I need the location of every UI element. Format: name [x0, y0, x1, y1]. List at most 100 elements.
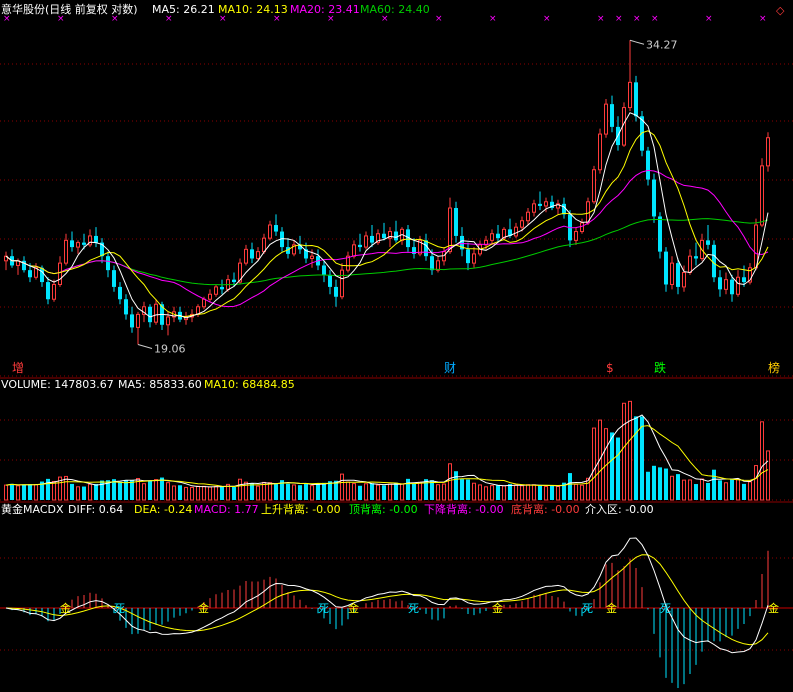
volume-bar-down: [82, 486, 86, 500]
volume-bar-down: [328, 481, 332, 500]
volume-bar-up: [622, 402, 626, 501]
volume-bar-up: [190, 486, 194, 501]
candle-body-up: [154, 303, 158, 323]
candle-body-up: [754, 224, 758, 269]
candle-body-up: [76, 242, 80, 248]
volume-bar-down: [652, 465, 656, 500]
candle-body-up: [580, 222, 584, 233]
volume-bar-up: [526, 484, 530, 501]
volume-bar-down: [28, 484, 32, 500]
volume-bar-down: [100, 480, 104, 500]
cross-marker: ×: [615, 14, 623, 24]
candle-body-down: [496, 233, 500, 239]
volume-bar-down: [322, 482, 326, 500]
candle-body-down: [658, 216, 662, 252]
volume-bar-up: [76, 486, 80, 501]
cross-marker: ×: [705, 14, 713, 24]
candle-body-up: [592, 169, 596, 203]
volume-bar-down: [730, 479, 734, 500]
volume-ma10-label: MA10: 68484.85: [204, 378, 295, 391]
volume-bar-up: [352, 483, 356, 501]
volume-bar-up: [364, 483, 368, 501]
candle-body-up: [682, 272, 686, 288]
price-ma60-label: MA60: 24.40: [360, 3, 430, 16]
candle-body-up: [670, 262, 674, 285]
cross-signal: 死: [114, 602, 125, 615]
volume-bar-down: [406, 478, 410, 500]
volume-bar-up: [502, 485, 506, 501]
candle-body-up: [628, 81, 632, 109]
candle-body-down: [250, 249, 254, 259]
volume-bar-down: [370, 483, 374, 500]
candle-body-up: [514, 226, 518, 237]
candle-body-down: [634, 82, 638, 117]
volume-bar-up: [340, 473, 344, 501]
cross-signal: 死: [318, 602, 329, 615]
volume-bar-down: [508, 484, 512, 500]
volume-bar-up: [238, 478, 242, 501]
candle-body-down: [130, 314, 134, 328]
volume-bar-up: [142, 483, 146, 501]
macd-dea-label: DEA: -0.24: [134, 503, 192, 516]
candle-body-down: [466, 249, 470, 264]
volume-bar-up: [88, 483, 92, 501]
volume-bar-down: [718, 480, 722, 500]
candle-body-up: [52, 283, 56, 300]
volume-bar-up: [436, 484, 440, 501]
candle-body-down: [112, 270, 116, 287]
candle-body-down: [28, 270, 32, 278]
volume-bar-up: [400, 483, 404, 501]
candle-body-down: [610, 104, 614, 127]
candle-body-up: [490, 233, 494, 241]
volume-bar-up: [490, 485, 494, 501]
volume-bar-down: [634, 416, 638, 500]
volume-bar-up: [52, 480, 56, 501]
volume-bar-up: [16, 485, 20, 501]
volume-bar-down: [382, 485, 386, 500]
volume-bar-up: [166, 482, 170, 501]
candle-body-down: [694, 256, 698, 259]
volume-bar-up: [388, 483, 392, 501]
volume-bar-up: [556, 485, 560, 501]
candle-body-up: [604, 103, 608, 135]
cross-signal: 金: [60, 601, 71, 615]
volume-bar-down: [706, 482, 710, 500]
cross-marker: ×: [651, 14, 659, 24]
event-marker: 增: [12, 361, 24, 375]
candle-body-down: [118, 286, 122, 300]
cross-marker: ×: [489, 14, 497, 24]
candle-body-up: [760, 165, 764, 226]
candle-body-up: [202, 298, 206, 308]
volume-bar-up: [34, 484, 38, 501]
volume-bar-down: [568, 473, 572, 500]
volume-bar-up: [418, 481, 422, 501]
volume-bar-down: [304, 483, 308, 500]
volume-bar-down: [94, 483, 98, 500]
top-divergence-label: 顶背离: -0.00: [349, 502, 418, 516]
diamond-icon[interactable]: ◇: [776, 4, 785, 17]
candle-body-down: [70, 240, 74, 248]
candle-body-down: [742, 277, 746, 283]
volume-bar-up: [586, 477, 590, 501]
volume-bar-down: [676, 474, 680, 500]
volume-bar-up: [754, 465, 758, 501]
candle-body-up: [136, 313, 140, 328]
volume-bar-up: [682, 479, 686, 501]
volume-bar-up: [670, 475, 674, 501]
volume-bar-up: [700, 478, 704, 501]
price-ma20-label: MA20: 23.41: [290, 3, 360, 16]
volume-bar-up: [214, 486, 218, 501]
volume-bar-down: [46, 478, 50, 500]
volume-bar-up: [592, 427, 596, 501]
bottom-divergence-label: 底背离: -0.00: [511, 502, 580, 516]
candle-body-up: [64, 239, 68, 264]
candle-body-down: [82, 242, 86, 245]
candle-body-up: [724, 279, 728, 290]
candle-body-down: [358, 244, 362, 248]
rise-divergence-label: 上升背离: -0.00: [261, 502, 341, 516]
candle-body-up: [244, 248, 248, 264]
volume-bar-down: [130, 480, 134, 500]
candle-body-down: [220, 286, 224, 290]
candle-body-up: [352, 244, 356, 257]
candle-body-up: [436, 260, 440, 271]
